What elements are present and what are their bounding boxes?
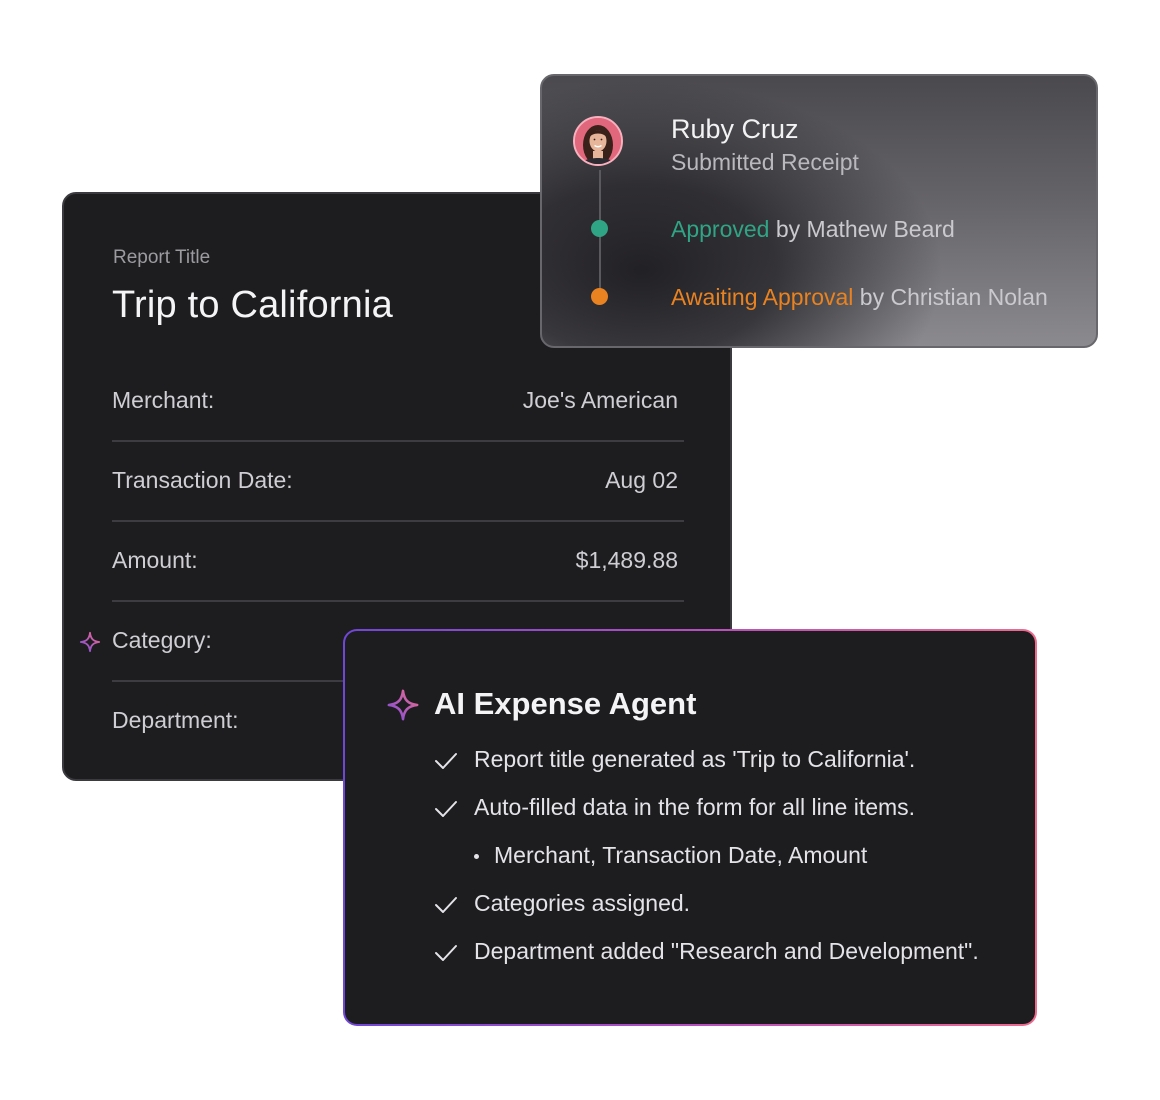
field-label-merchant: Merchant: — [112, 387, 215, 413]
check-icon — [435, 897, 457, 913]
agent-item-text: Department added "Research and Developme… — [474, 938, 979, 964]
check-icon — [435, 801, 457, 817]
field-label-amount: Amount: — [112, 547, 198, 573]
field-row-merchant[interactable]: Merchant: Joe's American — [112, 360, 684, 442]
ai-agent-card-body: AI Expense Agent Report title generated … — [345, 631, 1035, 1024]
agent-item-text: Report title generated as 'Trip to Calif… — [474, 746, 916, 772]
field-value-amount[interactable]: $1,489.88 — [576, 547, 678, 574]
agent-title: AI Expense Agent — [434, 686, 697, 721]
agent-item-text: Auto-filled data in the form for all lin… — [474, 794, 916, 820]
field-label-department: Department: — [112, 707, 239, 733]
approved-status-dot — [591, 220, 608, 237]
field-label-category: Category: — [112, 627, 212, 653]
sparkle-icon — [79, 631, 101, 653]
agent-subitem-text: Merchant, Transaction Date, Amount — [494, 842, 868, 868]
status-awaiting: Awaiting Approval — [671, 284, 854, 310]
check-icon — [435, 945, 457, 961]
submitter-action: Submitted Receipt — [671, 149, 859, 175]
field-value-transaction-date[interactable]: Aug 02 — [605, 467, 678, 494]
ai-agent-card: AI Expense Agent Report title generated … — [343, 629, 1037, 1026]
avatar — [573, 116, 623, 166]
bullet-icon — [474, 854, 479, 859]
report-title-label: Report Title — [113, 247, 211, 268]
timeline-step-approved: Approved by Mathew Beard — [671, 216, 955, 243]
approver-awaiting: by Christian Nolan — [853, 284, 1048, 310]
sparkle-icon — [387, 689, 419, 721]
report-title[interactable]: Trip to California — [112, 284, 393, 327]
field-label-transaction-date: Transaction Date: — [112, 467, 293, 493]
agent-item-text: Categories assigned. — [474, 890, 691, 916]
approver-approved: by Mathew Beard — [769, 216, 955, 242]
submitter-name: Ruby Cruz — [671, 114, 799, 144]
field-row-transaction-date[interactable]: Transaction Date: Aug 02 — [112, 440, 684, 522]
field-value-merchant[interactable]: Joe's American — [523, 387, 678, 414]
field-row-amount[interactable]: Amount: $1,489.88 — [112, 520, 684, 602]
timeline-step-awaiting: Awaiting Approval by Christian Nolan — [671, 284, 1048, 311]
approval-card: Ruby Cruz Submitted Receipt Approved by … — [540, 74, 1098, 348]
awaiting-status-dot — [591, 288, 608, 305]
check-icon — [435, 753, 457, 769]
status-approved: Approved — [671, 216, 770, 242]
